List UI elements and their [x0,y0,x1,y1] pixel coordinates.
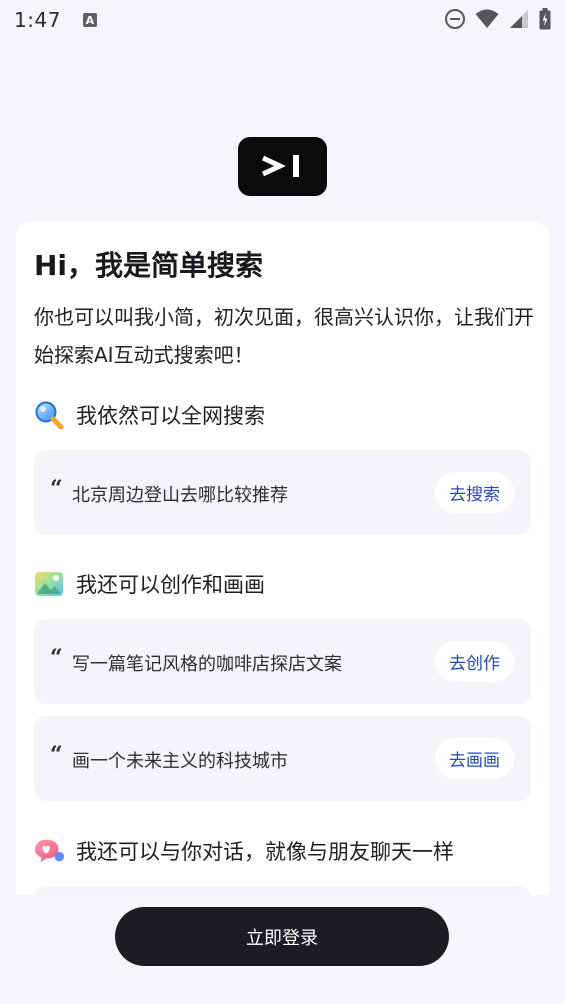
prompt-text: 画一个未来主义的科技城市 [72,751,288,772]
status-time: 1:47 [14,8,61,32]
go-search-button[interactable]: 去搜索 [435,472,514,513]
chat-heart-icon [34,836,64,866]
intro-text: 你也可以叫我小简，初次见面，很高兴认识你，让我们开始探索AI互动式搜索吧！ [34,305,534,367]
login-button[interactable]: 立即登录 [115,907,449,966]
section-create-draw: 我还可以创作和画画 [34,569,265,599]
section-title-chat: 我还可以与你对话，就像与朋友聊天一样 [76,840,454,864]
section-web-search: 我依然可以全网搜索 [34,400,265,430]
status-icons [445,8,551,30]
prompt-card-chat[interactable] [34,886,531,895]
quote-icon: “ [50,742,63,768]
prompt-text: 写一篇笔记风格的咖啡店探店文案 [72,654,342,675]
prompt-card-create[interactable]: “ 写一篇笔记风格的咖啡店探店文案 去创作 [34,619,531,704]
app-logo [238,137,327,196]
prompt-text: 北京周边登山去哪比较推荐 [72,485,288,506]
prompt-card-search[interactable]: “ 北京周边登山去哪比较推荐 去搜索 [34,450,531,535]
greeting-title: Hi，我是简单搜索 [34,249,264,282]
do-not-disturb-icon [445,9,465,29]
quote-icon: “ [50,476,63,502]
search-magnifier-icon [34,400,64,430]
section-chat: 我还可以与你对话，就像与朋友聊天一样 [34,836,454,866]
status-bar: 1:47 A [0,0,565,40]
go-draw-button[interactable]: 去画画 [435,738,514,779]
wifi-icon [475,9,499,28]
picture-icon [34,569,64,599]
prompt-card-draw[interactable]: “ 画一个未来主义的科技城市 去画画 [34,716,531,801]
cellular-signal-icon [510,10,528,28]
section-title-web-search: 我依然可以全网搜索 [76,404,265,428]
go-create-button[interactable]: 去创作 [435,641,514,682]
notification-a-icon: A [82,13,97,27]
section-title-create-draw: 我还可以创作和画画 [76,573,265,597]
battery-icon [539,8,551,30]
welcome-card: Hi，我是简单搜索 你也可以叫我小简，初次见面，很高兴认识你，让我们开始探索AI… [16,222,549,895]
quote-icon: “ [50,645,63,671]
logo-prompt-icon [261,154,299,177]
